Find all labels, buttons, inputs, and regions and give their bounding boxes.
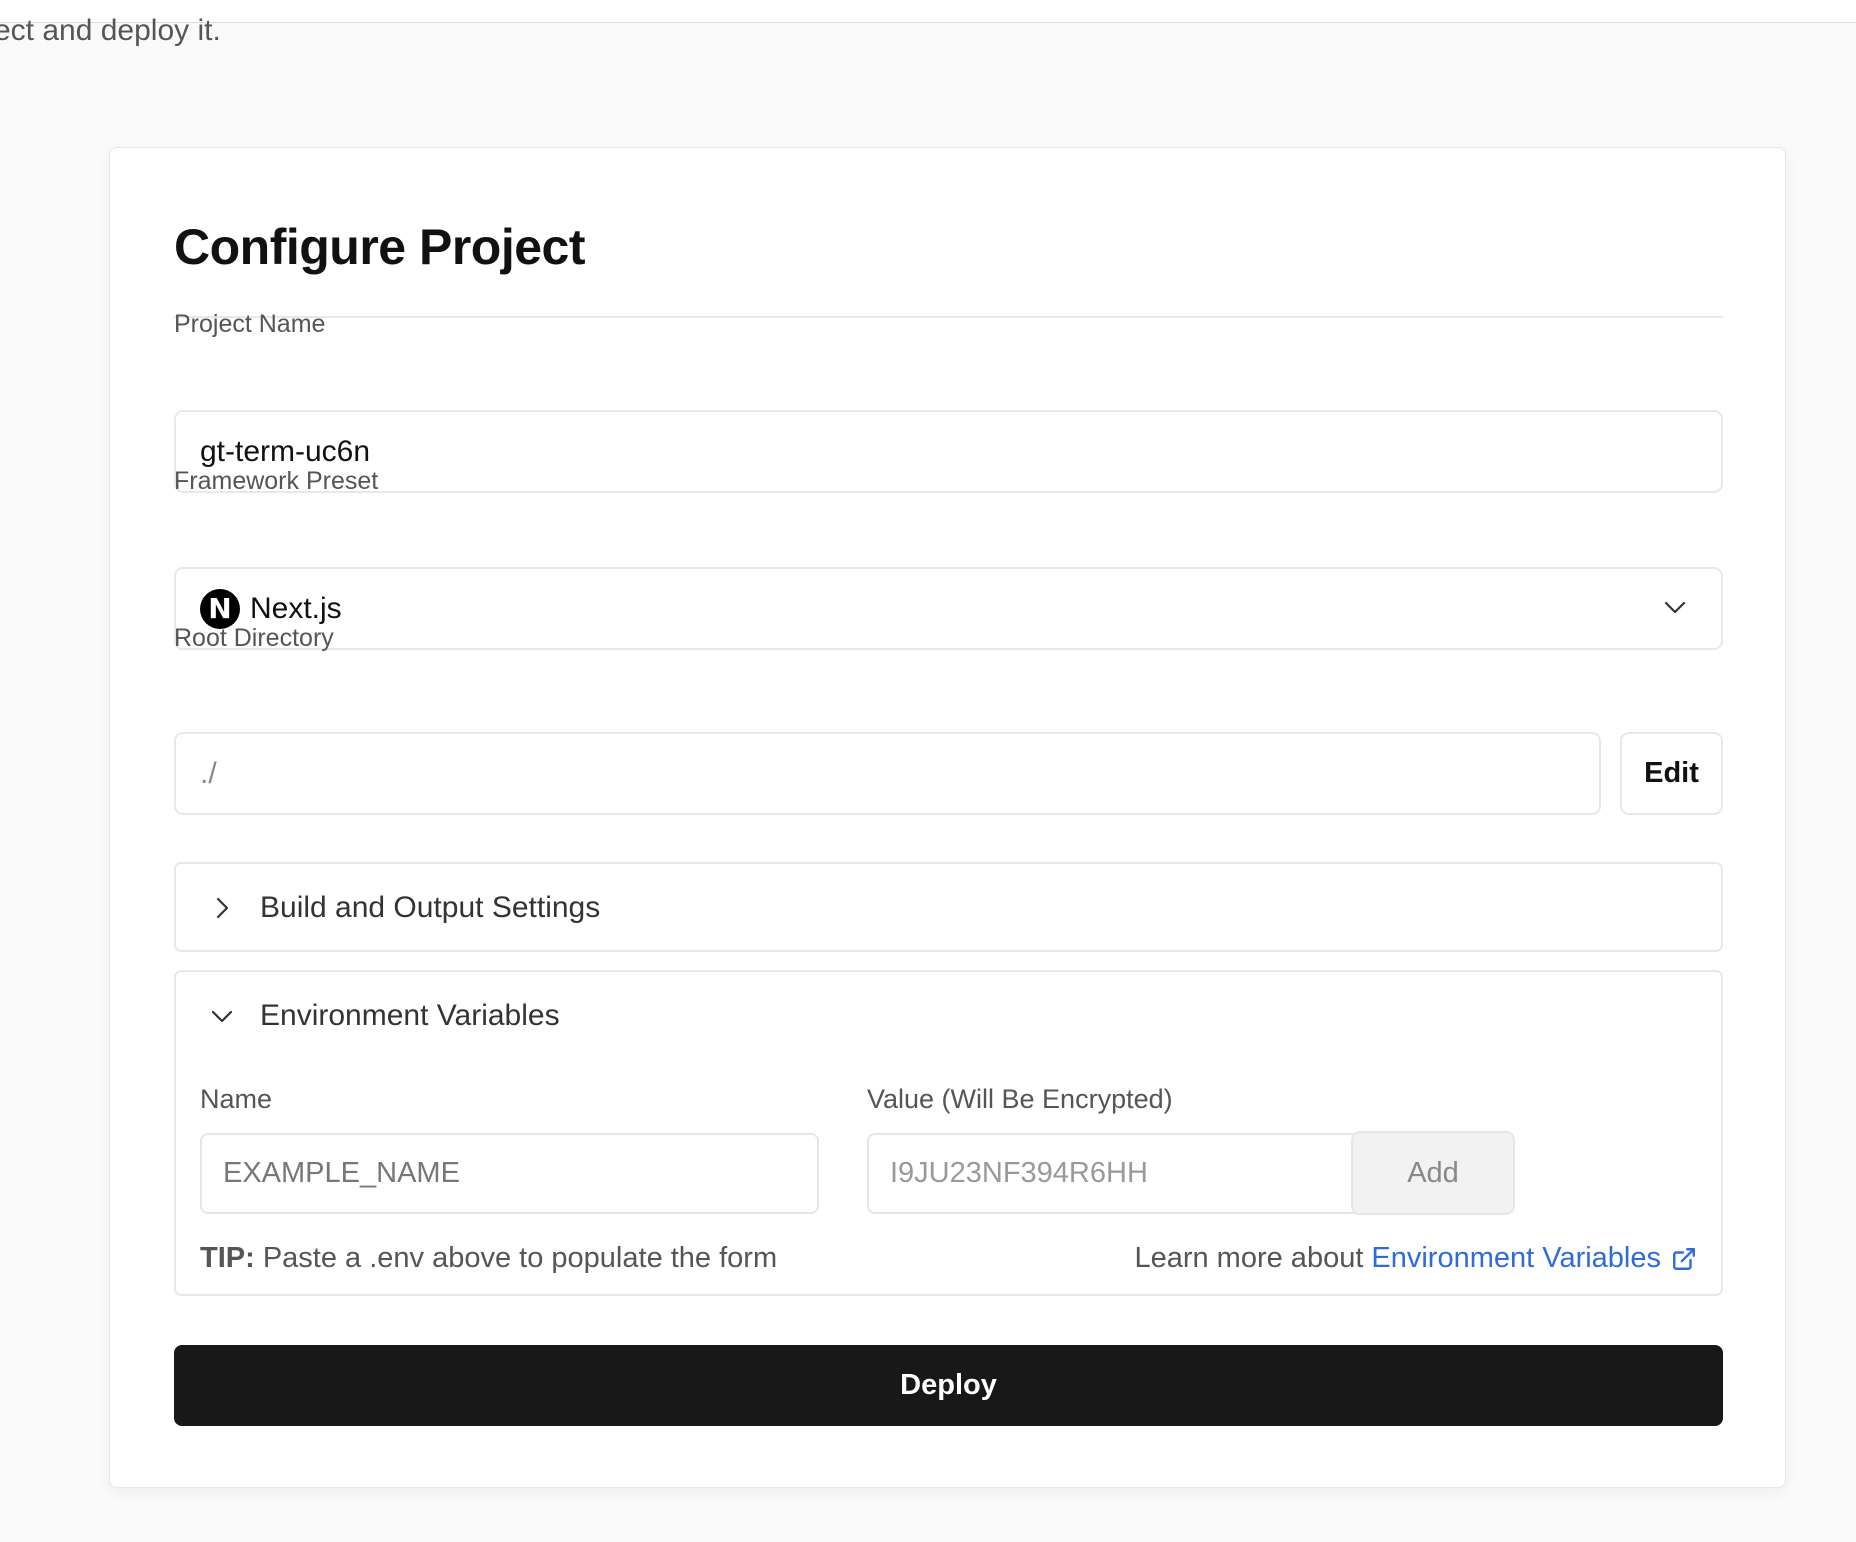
- framework-preset-select[interactable]: N Next.js: [174, 567, 1723, 650]
- learn-more-text: Learn more about: [1134, 1242, 1364, 1274]
- page-title: Configure Project: [174, 219, 585, 275]
- project-name-value: gt-term-uc6n: [200, 434, 371, 468]
- chevron-right-icon: [216, 897, 229, 919]
- edit-root-directory-button[interactable]: Edit: [1620, 732, 1723, 815]
- project-name-label: Project Name: [174, 310, 326, 338]
- add-env-variable-button[interactable]: Add: [1351, 1131, 1515, 1215]
- next-logo-icon: N: [200, 588, 240, 629]
- tip-text: TIP: Paste a .env above to populate the …: [200, 1242, 777, 1275]
- build-output-settings-section: Build and Output Settings: [174, 862, 1723, 952]
- framework-preset-value: Next.js: [250, 591, 342, 625]
- root-directory-input[interactable]: ./: [174, 732, 1601, 815]
- tip-body: Paste a .env above to populate the form: [254, 1242, 778, 1274]
- env-name-placeholder: EXAMPLE_NAME: [223, 1157, 460, 1189]
- env-value-label: Value (Will Be Encrypted): [867, 1084, 1173, 1114]
- tip-prefix: TIP:: [200, 1242, 255, 1274]
- chevron-down-icon: [211, 1010, 233, 1023]
- learn-more: Learn more about Environment Variables: [1134, 1242, 1697, 1275]
- deploy-button[interactable]: Deploy: [174, 1345, 1723, 1426]
- env-name-input[interactable]: EXAMPLE_NAME: [200, 1133, 819, 1214]
- build-output-settings-toggle[interactable]: Build and Output Settings: [176, 864, 1721, 952]
- env-name-label: Name: [200, 1084, 273, 1114]
- intro-text: ect and deploy it.: [0, 14, 221, 47]
- environment-variables-section: Environment Variables Name Value (Will B…: [174, 970, 1723, 1296]
- environment-variables-link[interactable]: Environment Variables: [1371, 1242, 1661, 1275]
- build-output-settings-label: Build and Output Settings: [260, 891, 601, 924]
- env-value-placeholder: I9JU23NF394R6HH: [890, 1157, 1148, 1189]
- divider: [174, 316, 1723, 318]
- external-link-icon[interactable]: [1671, 1246, 1697, 1272]
- top-bar: [0, 0, 1856, 23]
- configure-project-card: Configure Project Project Name gt-term-u…: [109, 147, 1786, 1488]
- environment-variables-label: Environment Variables: [260, 999, 560, 1032]
- project-name-input[interactable]: gt-term-uc6n: [174, 410, 1723, 493]
- chevron-down-icon: [1664, 601, 1686, 614]
- environment-variables-toggle[interactable]: Environment Variables: [176, 972, 1721, 1060]
- root-directory-label: Root Directory: [174, 624, 334, 652]
- root-directory-value: ./: [200, 756, 217, 790]
- framework-preset-label: Framework Preset: [174, 467, 379, 495]
